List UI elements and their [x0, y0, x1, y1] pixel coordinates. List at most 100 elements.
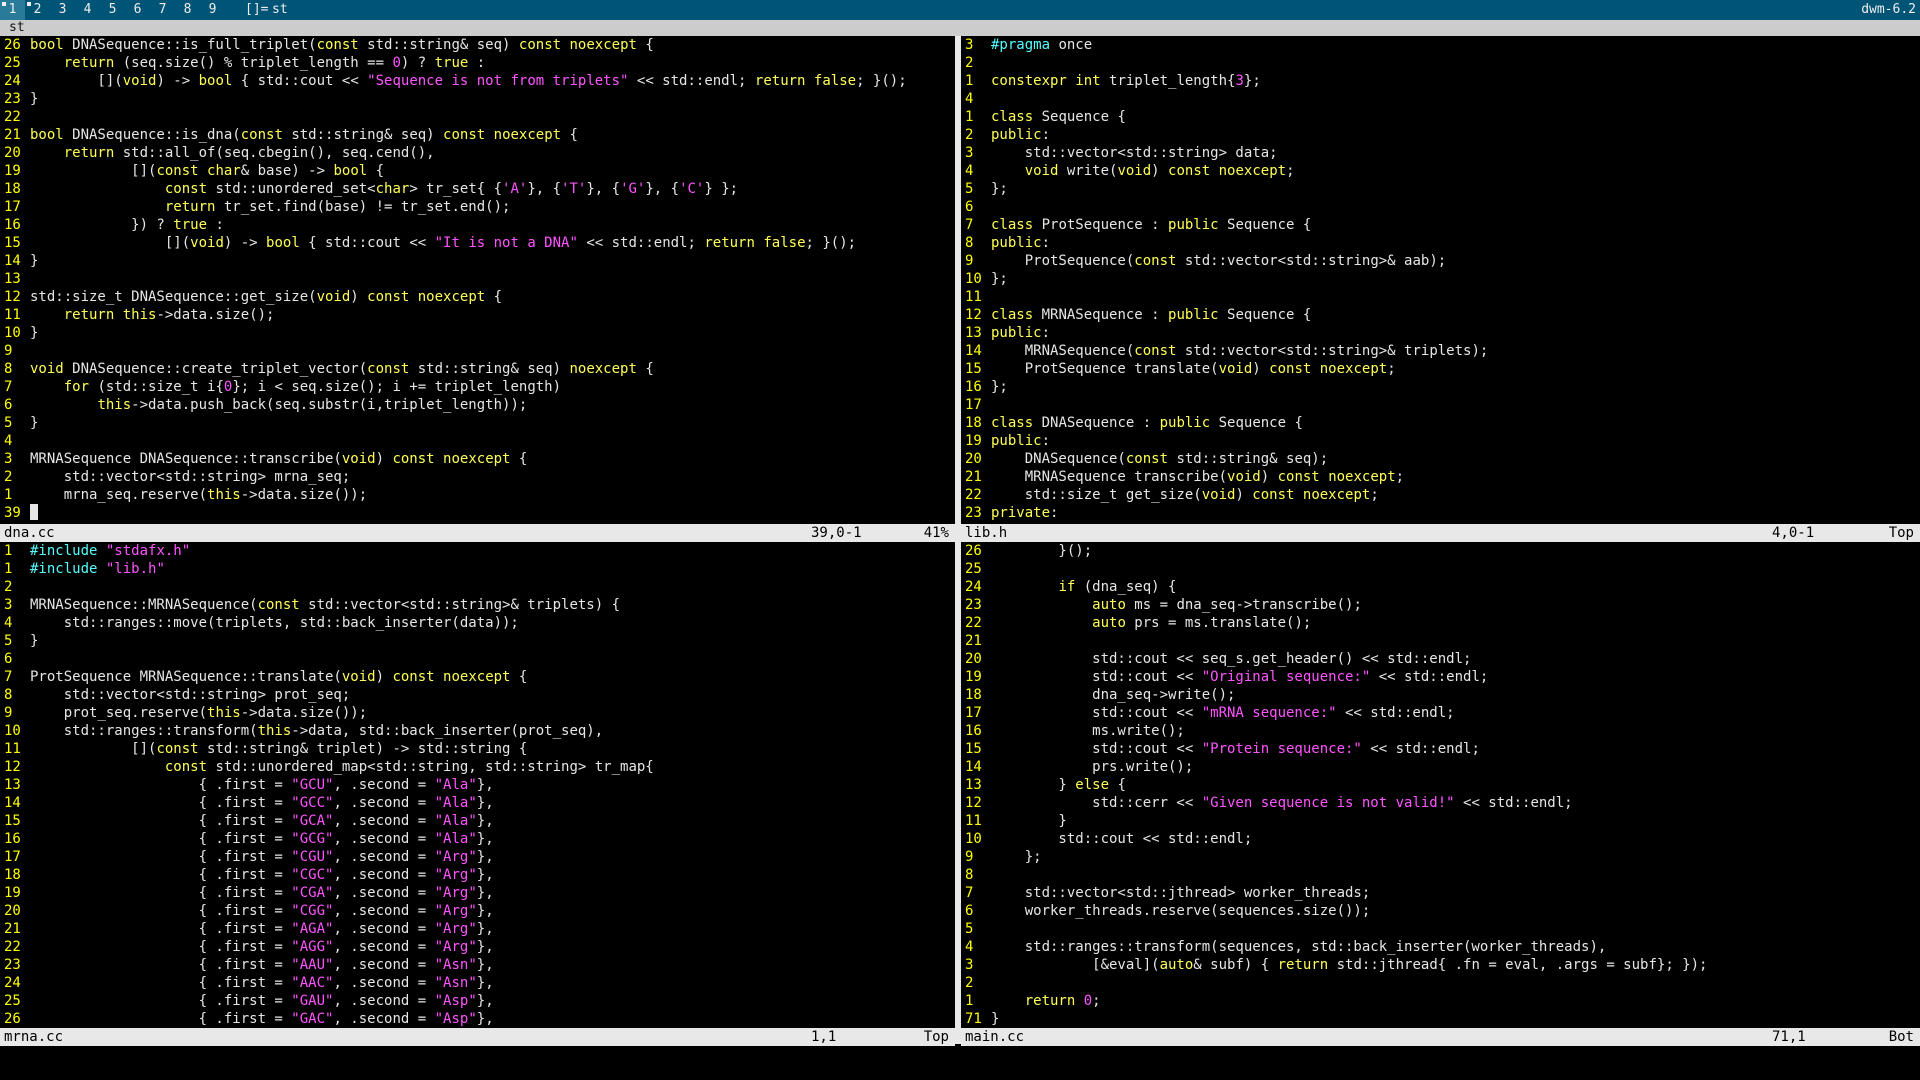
code-line[interactable]: 5}; [961, 180, 1008, 198]
code-line[interactable]: 10} [0, 324, 38, 342]
code-line[interactable]: 20 return std::all_of(seq.cbegin(), seq.… [0, 144, 435, 162]
code-line[interactable]: 21 [961, 632, 991, 650]
code-line[interactable]: 11 return this->data.size(); [0, 306, 274, 324]
code-line[interactable]: 1 #include "lib.h" [0, 560, 165, 578]
code-line[interactable]: 9 ProtSequence(const std::vector<std::st… [961, 252, 1446, 270]
code-line[interactable]: 17 [961, 396, 991, 414]
tag-3[interactable]: 3 [50, 0, 75, 20]
code-line[interactable]: 25 [961, 560, 991, 578]
code-line[interactable]: 20 std::cout << seq_s.get_header() << st… [961, 650, 1471, 668]
tag-1[interactable]: 1 [0, 0, 25, 20]
code-line[interactable]: 7 class ProtSequence : public Sequence { [961, 216, 1311, 234]
code-line[interactable]: 7 for (std::size_t i{0}; i < seq.size();… [0, 378, 561, 396]
terminal-area[interactable]: 26 bool DNASequence::is_full_triplet(cons… [0, 36, 1920, 1080]
code-line[interactable]: 5} [0, 414, 38, 432]
code-line[interactable]: 7 ProtSequence MRNASequence::translate(vo… [0, 668, 527, 686]
code-line[interactable]: 71} [961, 1010, 999, 1028]
editor-pane-main-cc[interactable]: 26 }(); 25 24 if (dna_seq) {23 auto ms = d… [961, 542, 1920, 1028]
code-line[interactable]: 22 std::size_t get_size(void) const noex… [961, 486, 1379, 504]
code-line[interactable]: 18 { .first = "CGC", .second = "Arg"}, [0, 866, 494, 884]
code-line[interactable]: 14 prs.write(); [961, 758, 1193, 776]
code-line[interactable]: 13 } else { [961, 776, 1126, 794]
code-line[interactable]: 17 return tr_set.find(base) != tr_set.en… [0, 198, 510, 216]
code-line[interactable]: 19 public: [961, 432, 1050, 450]
code-line[interactable]: 22 auto prs = ms.translate(); [961, 614, 1311, 632]
code-line[interactable]: 17 std::cout << "mRNA sequence:" << std:… [961, 704, 1455, 722]
code-line[interactable]: 11 [961, 288, 991, 306]
code-line[interactable]: 16}; [961, 378, 1008, 396]
code-line[interactable]: 21 MRNASequence transcribe(void) const n… [961, 468, 1404, 486]
code-line[interactable]: 2 [961, 974, 991, 992]
code-line[interactable]: 15 std::cout << "Protein sequence:" << s… [961, 740, 1480, 758]
code-line[interactable]: 21 { .first = "AGA", .second = "Arg"}, [0, 920, 494, 938]
code-line[interactable]: 25 return (seq.size() % triplet_length =… [0, 54, 485, 72]
tag-8[interactable]: 8 [175, 0, 200, 20]
code-line[interactable]: 9 [0, 342, 30, 360]
code-line[interactable]: 21 bool DNASequence::is_dna(const std::st… [0, 126, 578, 144]
code-line[interactable]: 26 bool DNASequence::is_full_triplet(cons… [0, 36, 654, 54]
code-line[interactable]: 1 return 0; [961, 992, 1101, 1010]
editor-pane-dna-cc[interactable]: 26 bool DNASequence::is_full_triplet(cons… [0, 36, 955, 522]
code-line[interactable]: 13 [0, 270, 30, 288]
code-line[interactable]: 22 { .first = "AGG", .second = "Arg"}, [0, 938, 494, 956]
code-line[interactable]: 39 [0, 504, 38, 522]
code-line[interactable]: 8 [961, 866, 991, 884]
code-line[interactable]: 16 ms.write(); [961, 722, 1185, 740]
code-line[interactable]: 4 [961, 90, 991, 108]
code-line[interactable]: 9 }; [961, 848, 1042, 866]
code-line[interactable]: 18 const std::unordered_set<char> tr_set… [0, 180, 738, 198]
code-line[interactable]: 6 this->data.push_back(seq.substr(i,trip… [0, 396, 527, 414]
tag-9[interactable]: 9 [200, 0, 225, 20]
code-line[interactable]: 10 std::ranges::transform(this->data, st… [0, 722, 603, 740]
code-line[interactable]: 10}; [961, 270, 1008, 288]
code-line[interactable]: 19 { .first = "CGA", .second = "Arg"}, [0, 884, 494, 902]
code-line[interactable]: 3 std::vector<std::string> data; [961, 144, 1278, 162]
code-line[interactable]: 23 private: [961, 504, 1058, 522]
code-line[interactable]: 4 void write(void) const noexcept; [961, 162, 1295, 180]
editor-pane-lib-h[interactable]: 3 #pragma once 2 1 constexpr int triplet_len… [961, 36, 1920, 522]
code-line[interactable]: 14} [0, 252, 38, 270]
code-line[interactable]: 3 #pragma once [961, 36, 1092, 54]
code-line[interactable]: 11 } [961, 812, 1067, 830]
code-line[interactable]: 5} [0, 632, 38, 650]
layout-symbol[interactable]: []= [245, 0, 268, 20]
code-line[interactable]: 23 { .first = "AAU", .second = "Asn"}, [0, 956, 494, 974]
code-line[interactable]: 11 [](const std::string& triplet) -> std… [0, 740, 527, 758]
code-line[interactable]: 12 class MRNASequence : public Sequence { [961, 306, 1311, 324]
code-line[interactable]: 2 [961, 54, 991, 72]
code-line[interactable]: 3 MRNASequence DNASequence::transcribe(vo… [0, 450, 527, 468]
code-line[interactable]: 25 { .first = "GAU", .second = "Asp"}, [0, 992, 494, 1010]
code-line[interactable]: 3 MRNASequence::MRNASequence(const std::v… [0, 596, 620, 614]
code-line[interactable]: 23} [0, 90, 38, 108]
code-line[interactable]: 8 std::vector<std::string> prot_seq; [0, 686, 350, 704]
code-line[interactable]: 8 public: [961, 234, 1050, 252]
code-line[interactable]: 26 }(); [961, 542, 1092, 560]
code-line[interactable]: 14 { .first = "GCC", .second = "Ala"}, [0, 794, 494, 812]
code-line[interactable]: 26 { .first = "GAC", .second = "Asp"}, [0, 1010, 494, 1028]
code-line[interactable]: 2 [0, 578, 30, 596]
code-line[interactable]: 18 dna_seq->write(); [961, 686, 1235, 704]
code-line[interactable]: 12 const std::unordered_map<std::string,… [0, 758, 654, 776]
code-line[interactable]: 3 [&eval](auto& subf) { return std::jthr… [961, 956, 1707, 974]
code-line[interactable]: 16 }) ? true : [0, 216, 224, 234]
code-line[interactable]: 7 std::vector<std::jthread> worker_threa… [961, 884, 1370, 902]
code-line[interactable]: 17 { .first = "CGU", .second = "Arg"}, [0, 848, 494, 866]
code-line[interactable]: 23 auto ms = dna_seq->transcribe(); [961, 596, 1362, 614]
code-line[interactable]: 6 [0, 650, 30, 668]
code-line[interactable]: 1 constexpr int triplet_length{3}; [961, 72, 1261, 90]
code-line[interactable]: 22 [0, 108, 30, 126]
code-line[interactable]: 1 class Sequence { [961, 108, 1126, 126]
tag-5[interactable]: 5 [100, 0, 125, 20]
code-line[interactable]: 6 [961, 198, 991, 216]
code-line[interactable]: 1 #include "stdafx.h" [0, 542, 190, 560]
tag-2[interactable]: 2 [25, 0, 50, 20]
code-line[interactable]: 2 std::vector<std::string> mrna_seq; [0, 468, 350, 486]
tag-7[interactable]: 7 [150, 0, 175, 20]
code-line[interactable]: 8 void DNASequence::create_triplet_vector… [0, 360, 654, 378]
code-line[interactable]: 16 { .first = "GCG", .second = "Ala"}, [0, 830, 494, 848]
code-line[interactable]: 19 std::cout << "Original sequence:" << … [961, 668, 1488, 686]
code-line[interactable]: 20 { .first = "CGG", .second = "Arg"}, [0, 902, 494, 920]
code-line[interactable]: 10 std::cout << std::endl; [961, 830, 1252, 848]
code-line[interactable]: 24 { .first = "AAC", .second = "Asn"}, [0, 974, 494, 992]
code-line[interactable]: 14 MRNASequence(const std::vector<std::s… [961, 342, 1488, 360]
